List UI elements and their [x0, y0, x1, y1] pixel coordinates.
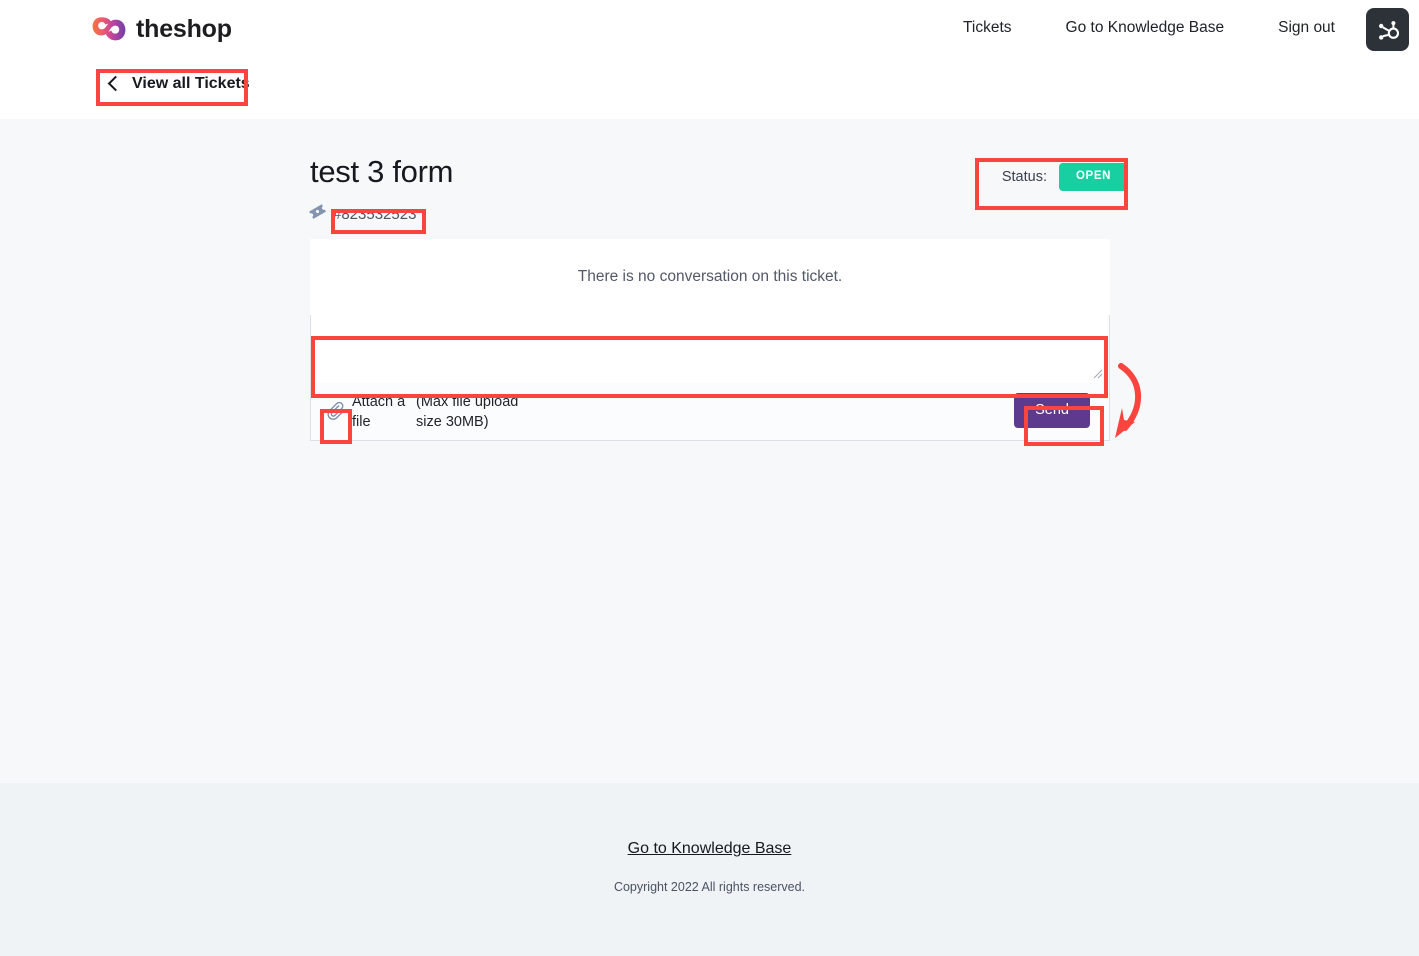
theshop-infinity-logo-icon — [92, 13, 126, 45]
status-badge: OPEN — [1059, 163, 1128, 191]
footer-knowledge-base-link[interactable]: Go to Knowledge Base — [628, 840, 792, 858]
chevron-left-icon — [107, 75, 124, 92]
attach-file-button[interactable] — [322, 397, 350, 427]
ticket-id: #823532523 — [333, 205, 417, 223]
site-footer: Go to Knowledge Base Copyright 2022 All … — [0, 783, 1419, 956]
site-header: theshop Tickets Go to Knowledge Base Sig… — [0, 0, 1419, 59]
ticket-content: test 3 form #823532523 Status: OPEN Ther… — [308, 154, 1128, 441]
ticket-header-row: test 3 form #823532523 Status: OPEN — [308, 154, 1128, 237]
main-nav: Tickets Go to Knowledge Base Sign out — [963, 12, 1335, 44]
hubspot-sprocket-icon[interactable] — [1366, 8, 1409, 51]
nav-knowledge-base[interactable]: Go to Knowledge Base — [1066, 12, 1225, 44]
status-block: Status: OPEN — [1002, 163, 1128, 191]
max-file-size-label: (Max file upload size 30MB) — [416, 393, 519, 430]
page-title: test 3 form — [310, 154, 454, 189]
send-button[interactable]: Send — [1014, 393, 1090, 429]
paperclip-icon — [327, 402, 343, 420]
brand-name: theshop — [136, 14, 232, 43]
main-content-area: test 3 form #823532523 Status: OPEN Ther… — [0, 119, 1419, 783]
view-all-tickets-label: View all Tickets — [132, 75, 250, 92]
attach-group: Attach a file (Max file upload size 30MB… — [322, 392, 536, 432]
footer-copyright: Copyright 2022 All rights reserved. — [613, 880, 806, 894]
ticket-id-row: #823532523 — [308, 202, 1110, 226]
attach-file-label: Attach a file — [352, 393, 406, 430]
ticket-tag-icon — [308, 202, 327, 226]
view-all-tickets-button[interactable]: View all Tickets — [107, 75, 250, 92]
conversation-empty-message: There is no conversation on this ticket. — [577, 268, 843, 285]
nav-tickets[interactable]: Tickets — [963, 12, 1012, 44]
status-label: Status: — [1001, 168, 1047, 185]
ticket-detail-page: theshop Tickets Go to Knowledge Base Sig… — [0, 0, 1419, 956]
reply-footer: Attach a file (Max file upload size 30MB… — [311, 383, 1109, 440]
reply-composer: Attach a file (Max file upload size 30MB… — [310, 315, 1110, 441]
nav-sign-out[interactable]: Sign out — [1278, 12, 1335, 44]
reply-textarea[interactable] — [311, 315, 1107, 383]
conversation-card: There is no conversation on this ticket. — [310, 239, 1110, 315]
brand-logo-link[interactable]: theshop — [92, 13, 232, 45]
